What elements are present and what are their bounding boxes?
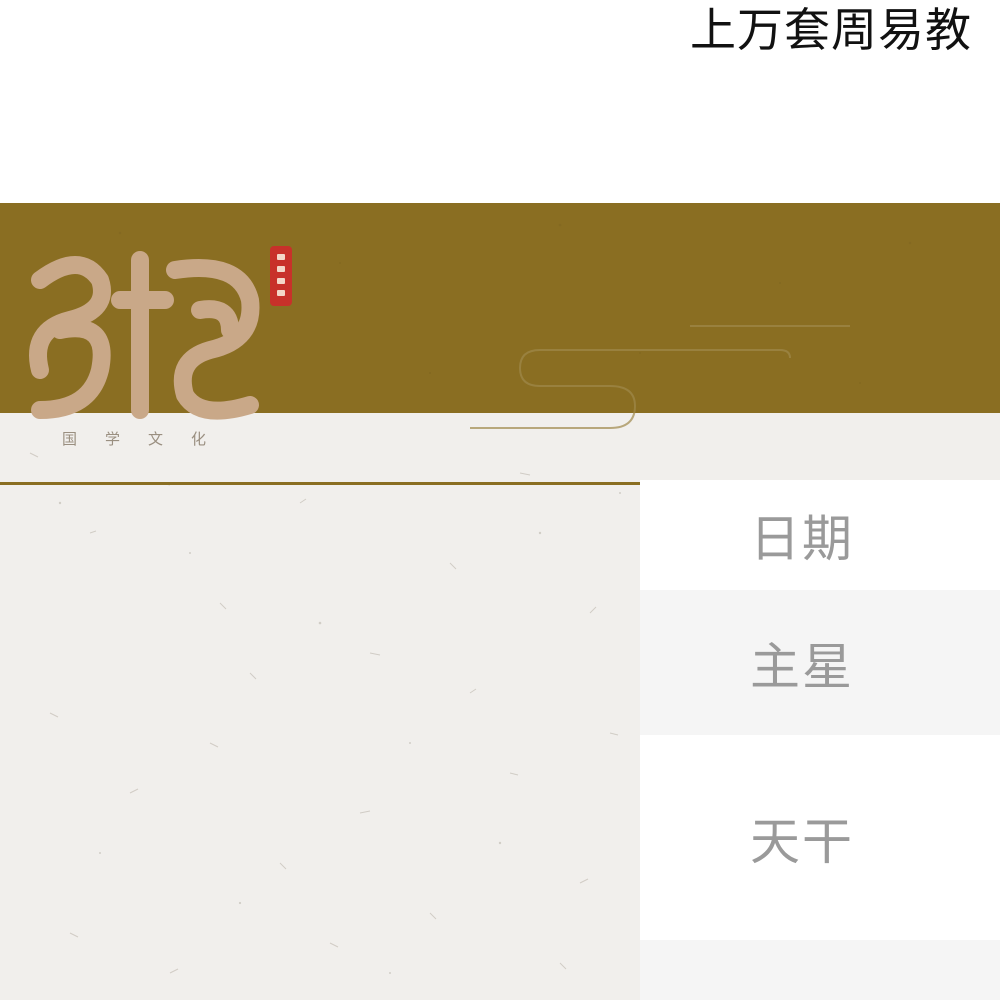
seal-stamp — [270, 246, 292, 306]
menu-item-main-star[interactable]: 主星 — [640, 590, 1000, 735]
menu-item-next[interactable] — [640, 940, 1000, 1000]
menu-item-heavenly-stem[interactable]: 天干 — [640, 735, 1000, 940]
menu-item-label: 天干 — [750, 812, 854, 871]
header-divider — [0, 482, 640, 485]
menu-item-label: 日期 — [750, 510, 854, 568]
menu-item-label: 主星 — [750, 637, 854, 696]
menu-item-date[interactable]: 日期 — [640, 480, 1000, 590]
seal-text-mark — [277, 254, 285, 296]
paper-background — [0, 413, 640, 1000]
app-page: 上万套周易教 国学文化 日期 主星 天干 — [0, 0, 1000, 1000]
cloud-ornament — [470, 325, 850, 429]
paper-texture — [29, 452, 621, 974]
side-menu: 日期 主星 天干 — [640, 480, 1000, 1000]
logo-subtitle: 国学文化 — [62, 430, 235, 448]
page-title: 上万套周易教 — [690, 3, 972, 57]
